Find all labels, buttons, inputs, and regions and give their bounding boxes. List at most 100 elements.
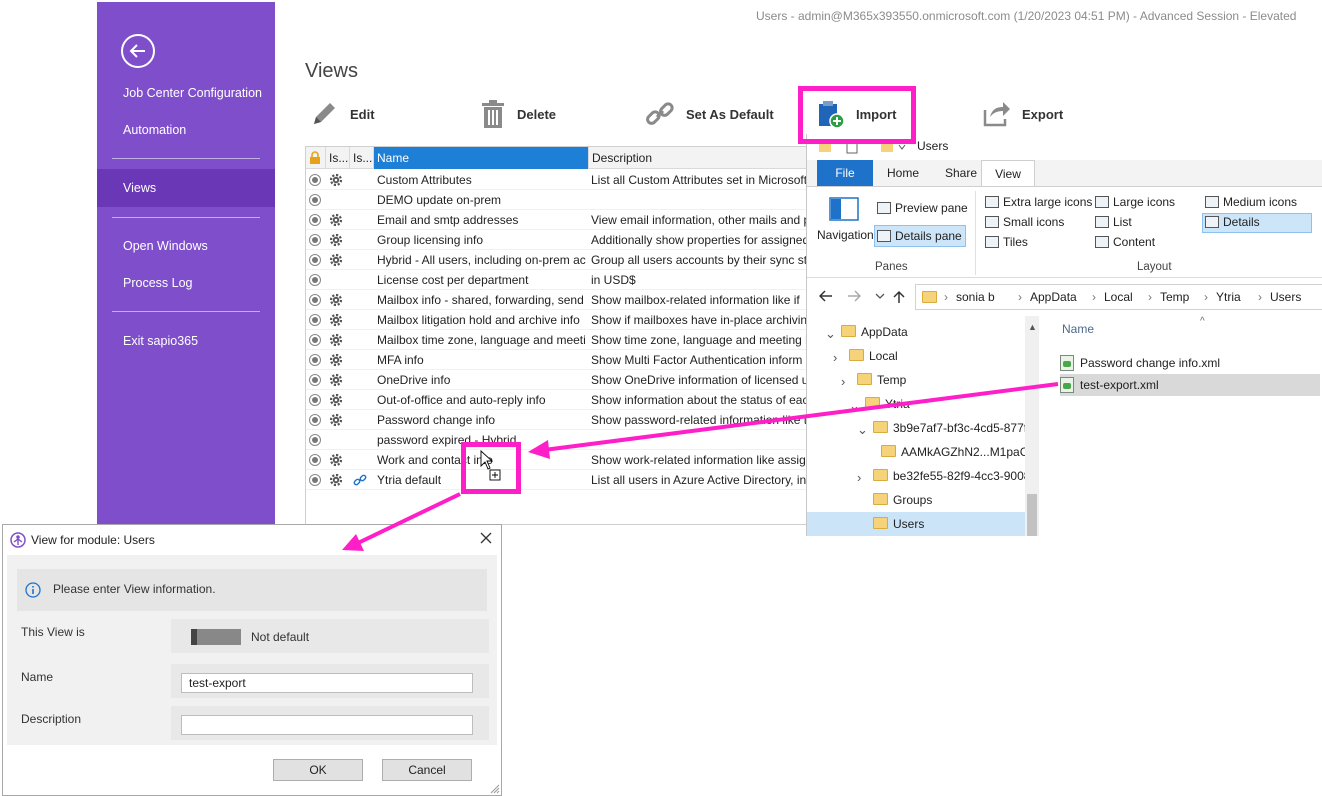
sidebar-item-job-center[interactable]: Job Center Configuration bbox=[97, 74, 275, 112]
tree-item[interactable]: AppData bbox=[841, 320, 908, 344]
sidebar-item-automation[interactable]: Automation bbox=[97, 111, 275, 149]
delete-button[interactable]: Delete bbox=[479, 94, 556, 134]
table-row[interactable]: MFA info Show Multi Factor Authentication… bbox=[306, 350, 824, 370]
chevron-right-icon[interactable]: › bbox=[841, 374, 845, 389]
file-list[interactable]: Name ^ Password change info.xml test-exp… bbox=[1040, 316, 1322, 536]
breadcrumb-item[interactable]: Temp bbox=[1160, 290, 1189, 304]
table-row[interactable]: Hybrid - All users, including on-prem ac… bbox=[306, 250, 824, 270]
table-row[interactable]: Password change info Show password-relate… bbox=[306, 410, 824, 430]
breadcrumb-item[interactable]: AppData bbox=[1030, 290, 1077, 304]
chevron-down-icon[interactable]: ⌄ bbox=[849, 398, 860, 414]
breadcrumb-item[interactable]: Ytria bbox=[1216, 290, 1241, 304]
recent-chevron-icon[interactable] bbox=[875, 292, 885, 300]
close-icon[interactable] bbox=[479, 531, 493, 545]
table-row[interactable]: Email and smtp addresses View email infor… bbox=[306, 210, 824, 230]
tab-home[interactable]: Home bbox=[873, 160, 933, 186]
breadcrumb-separator[interactable]: › bbox=[944, 290, 948, 304]
column-header-description[interactable]: Description bbox=[589, 147, 824, 169]
layout-extra-large-icons[interactable]: Extra large icons bbox=[985, 195, 1092, 209]
lock-column-header[interactable] bbox=[306, 147, 326, 169]
default-radio-icon[interactable] bbox=[309, 174, 321, 186]
tree-item[interactable]: AAMkAGZhN2...M1paC bbox=[881, 440, 1028, 464]
table-row[interactable]: Mailbox info - shared, forwarding, send S… bbox=[306, 290, 824, 310]
table-row[interactable]: Ytria default List all users in Azure Act… bbox=[306, 470, 824, 490]
breadcrumb-separator[interactable]: › bbox=[1204, 290, 1208, 304]
column-header-name[interactable]: Name bbox=[374, 147, 589, 169]
breadcrumb-item[interactable]: Users bbox=[1270, 290, 1301, 304]
layout-content[interactable]: Content bbox=[1095, 235, 1155, 249]
chevron-down-icon[interactable]: ⌄ bbox=[857, 422, 868, 438]
layout-medium-icons[interactable]: Medium icons bbox=[1205, 195, 1297, 209]
table-row[interactable]: Work and contact info Show work-related i… bbox=[306, 450, 824, 470]
layout-details[interactable]: Details bbox=[1205, 215, 1260, 229]
table-row[interactable]: Mailbox time zone, language and meeti Sho… bbox=[306, 330, 824, 350]
tree-item[interactable]: Temp bbox=[857, 368, 906, 392]
sidebar-item-views[interactable]: Views bbox=[97, 169, 275, 207]
tree-item[interactable]: be32fe55-82f9-4cc3-9008 bbox=[873, 464, 1030, 488]
default-radio-icon[interactable] bbox=[309, 454, 321, 466]
default-radio-icon[interactable] bbox=[309, 314, 321, 326]
chevron-right-icon[interactable]: › bbox=[857, 470, 861, 485]
breadcrumb-separator[interactable]: › bbox=[1092, 290, 1096, 304]
tree-item[interactable]: Users bbox=[873, 512, 924, 536]
tree-item[interactable]: 3b9e7af7-bf3c-4cd5-877f bbox=[873, 416, 1027, 440]
file-item[interactable]: Password change info.xml bbox=[1060, 352, 1320, 374]
breadcrumb-separator[interactable]: › bbox=[1148, 290, 1152, 304]
table-row[interactable]: DEMO update on-prem bbox=[306, 190, 824, 210]
default-radio-icon[interactable] bbox=[309, 414, 321, 426]
preview-pane-button[interactable]: Preview pane bbox=[877, 201, 968, 215]
breadcrumb-item[interactable]: Local bbox=[1104, 290, 1133, 304]
file-item-selected[interactable]: test-export.xml bbox=[1060, 374, 1320, 396]
chevron-down-icon[interactable]: ⌄ bbox=[825, 326, 836, 342]
set-as-default-button[interactable]: Set As Default bbox=[644, 94, 774, 134]
breadcrumb-item[interactable]: sonia b bbox=[956, 290, 995, 304]
default-radio-icon[interactable] bbox=[309, 354, 321, 366]
import-button[interactable]: Import bbox=[816, 94, 896, 134]
back-button[interactable] bbox=[121, 34, 155, 68]
up-icon[interactable] bbox=[893, 290, 905, 304]
sidebar-item-open-windows[interactable]: Open Windows bbox=[97, 227, 275, 265]
tree-item[interactable]: Local bbox=[849, 344, 898, 368]
column-header-is-2[interactable]: Is... bbox=[350, 147, 374, 169]
export-button[interactable]: Export bbox=[982, 94, 1063, 134]
default-radio-icon[interactable] bbox=[309, 274, 321, 286]
forward-icon[interactable] bbox=[847, 290, 861, 302]
default-radio-icon[interactable] bbox=[309, 474, 321, 486]
default-radio-icon[interactable] bbox=[309, 374, 321, 386]
default-radio-icon[interactable] bbox=[309, 294, 321, 306]
default-radio-icon[interactable] bbox=[309, 194, 321, 206]
layout-list[interactable]: List bbox=[1095, 215, 1132, 229]
table-row[interactable]: Mailbox litigation hold and archive info… bbox=[306, 310, 824, 330]
tree-item[interactable]: Ytria bbox=[865, 392, 910, 416]
default-toggle-switch[interactable] bbox=[191, 629, 241, 645]
table-row[interactable]: Out-of-office and auto-reply info Show in… bbox=[306, 390, 824, 410]
scroll-up-icon[interactable]: ▲ bbox=[1028, 322, 1037, 332]
default-radio-icon[interactable] bbox=[309, 234, 321, 246]
views-grid[interactable]: Is... Is... Name Description Custom Attr… bbox=[305, 146, 825, 525]
default-radio-icon[interactable] bbox=[309, 394, 321, 406]
default-radio-icon[interactable] bbox=[309, 214, 321, 226]
default-radio-icon[interactable] bbox=[309, 334, 321, 346]
chevron-right-icon[interactable]: › bbox=[833, 350, 837, 365]
layout-small-icons[interactable]: Small icons bbox=[985, 215, 1064, 229]
address-box[interactable]: › sonia b › AppData › Local › Temp › Ytria › Users bbox=[915, 284, 1322, 310]
column-header-is-1[interactable]: Is... bbox=[326, 147, 350, 169]
tab-file[interactable]: File bbox=[817, 160, 873, 186]
ok-button[interactable]: OK bbox=[273, 759, 363, 781]
details-pane-button[interactable]: Details pane bbox=[877, 229, 962, 243]
breadcrumb-separator[interactable]: › bbox=[1018, 290, 1022, 304]
tab-view[interactable]: View bbox=[981, 160, 1035, 186]
cancel-button[interactable]: Cancel bbox=[382, 759, 472, 781]
table-row[interactable]: Group licensing info Additionally show pr… bbox=[306, 230, 824, 250]
description-field[interactable] bbox=[181, 715, 473, 735]
navigation-pane-button[interactable]: Navigation pane bbox=[817, 229, 904, 242]
resize-grip-icon[interactable] bbox=[490, 784, 500, 794]
table-row[interactable]: OneDrive info Show OneDrive information o… bbox=[306, 370, 824, 390]
edit-button[interactable]: Edit bbox=[308, 94, 375, 134]
table-row[interactable]: password expired - Hybrid bbox=[306, 430, 824, 450]
breadcrumb-separator[interactable]: › bbox=[1258, 290, 1262, 304]
layout-tiles[interactable]: Tiles bbox=[985, 235, 1028, 249]
back-icon[interactable] bbox=[819, 290, 833, 302]
table-row[interactable]: Custom Attributes List all Custom Attribu… bbox=[306, 170, 824, 190]
tree-scrollbar-thumb[interactable] bbox=[1027, 494, 1037, 536]
